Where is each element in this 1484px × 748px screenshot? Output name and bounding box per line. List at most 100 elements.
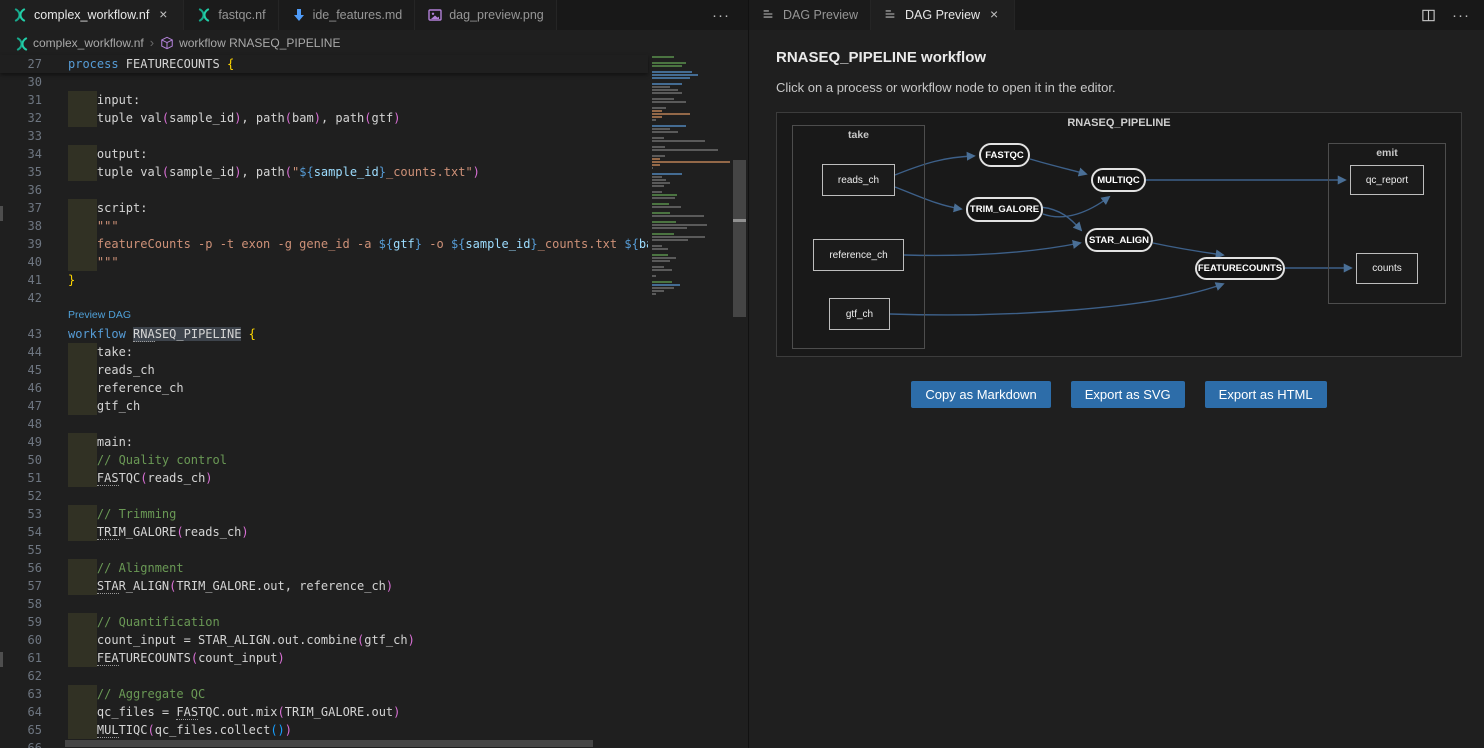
code-lines[interactable]: 3031 input:32 tuple val(sample_id), path… — [0, 73, 648, 748]
code-line[interactable]: 54 TRIM_GALORE(reads_ch) — [0, 523, 648, 541]
editor-tab-fastqc-nf[interactable]: fastqc.nf — [184, 0, 278, 30]
code-line[interactable]: 55 — [0, 541, 648, 559]
more-actions-icon[interactable]: ··· — [1444, 7, 1478, 24]
indent-highlight — [68, 685, 97, 703]
preview-tab-dag-preview[interactable]: DAG Preview — [749, 0, 871, 30]
indent-highlight — [68, 379, 97, 397]
code-line[interactable]: 36 — [0, 181, 648, 199]
line-number: 58 — [0, 595, 42, 613]
code-line[interactable]: 50 // Quality control — [0, 451, 648, 469]
code-line[interactable]: 40 """ — [0, 253, 648, 271]
code-line[interactable]: 60 count_input = STAR_ALIGN.out.combine(… — [0, 631, 648, 649]
minimap-line — [652, 257, 676, 259]
code-line[interactable]: 58 — [0, 595, 648, 613]
code-line[interactable]: 56 // Alignment — [0, 559, 648, 577]
code-line[interactable]: 45 reads_ch — [0, 361, 648, 379]
close-icon[interactable]: × — [986, 7, 1002, 23]
code-line[interactable]: 38 """ — [0, 217, 648, 235]
code-line[interactable]: 43workflow RNASEQ_PIPELINE { — [0, 325, 648, 343]
code-line[interactable]: 59 // Quantification — [0, 613, 648, 631]
code-line[interactable]: 31 input: — [0, 91, 648, 109]
line-content: qc_files = FASTQC.out.mix(TRIM_GALORE.ou… — [68, 703, 400, 721]
indent-highlight — [68, 523, 97, 541]
minimap-line — [652, 125, 686, 127]
dag-edge-gtf-ch-to-featurecounts — [890, 284, 1223, 315]
line-number: 53 — [0, 505, 42, 523]
code-line[interactable]: 53 // Trimming — [0, 505, 648, 523]
minimap[interactable] — [648, 56, 732, 748]
minimap-line — [652, 86, 670, 88]
code-line[interactable]: 32 tuple val(sample_id), path(bam), path… — [0, 109, 648, 127]
code-line[interactable]: 44 take: — [0, 343, 648, 361]
vertical-scrollbar-thumb[interactable] — [733, 160, 746, 317]
breadcrumb-item-complex-workflow-nf[interactable]: complex_workflow.nf — [14, 36, 144, 50]
code-line[interactable]: 41} — [0, 271, 648, 289]
export-as-html-button[interactable]: Export as HTML — [1205, 381, 1327, 408]
dag-node-reference-ch[interactable]: reference_ch — [813, 239, 904, 271]
breadcrumb-item-workflow-rnaseq-pipeline[interactable]: workflow RNASEQ_PIPELINE — [160, 36, 340, 50]
code-line[interactable]: 52 — [0, 487, 648, 505]
dag-node-gtf-ch[interactable]: gtf_ch — [829, 298, 890, 330]
code-line[interactable]: 61 FEATURECOUNTS(count_input) — [0, 649, 648, 667]
minimap-line — [652, 83, 682, 85]
code-line[interactable]: 47 gtf_ch — [0, 397, 648, 415]
indent-highlight — [68, 397, 97, 415]
code-editor[interactable]: 27process FEATURECOUNTS { 3031 input:32 … — [0, 55, 748, 748]
minimap-line — [652, 287, 674, 289]
line-content: output: — [68, 145, 147, 163]
dag-node-counts[interactable]: counts — [1356, 253, 1418, 284]
more-tabs-icon[interactable]: ··· — [704, 7, 738, 24]
line-number: 59 — [0, 613, 42, 631]
code-line[interactable]: 64 qc_files = FASTQC.out.mix(TRIM_GALORE… — [0, 703, 648, 721]
tab-bar-spacer — [1015, 0, 1413, 30]
code-line[interactable]: 34 output: — [0, 145, 648, 163]
codelens-preview-dag[interactable]: Preview DAG — [0, 307, 648, 325]
split-editor-icon[interactable] — [1413, 8, 1444, 23]
code-line[interactable]: 30 — [0, 73, 648, 91]
editor-tab-dag-preview-png[interactable]: dag_preview.png — [415, 0, 557, 30]
code-line[interactable]: 49 main: — [0, 433, 648, 451]
panel-subtitle: Click on a process or workflow node to o… — [776, 80, 1484, 95]
code-line[interactable]: 46 reference_ch — [0, 379, 648, 397]
dag-node-trim-galore[interactable]: TRIM_GALORE — [966, 197, 1043, 222]
editor-tab-complex-workflow-nf[interactable]: complex_workflow.nf× — [0, 0, 184, 30]
minimap-line — [652, 191, 662, 193]
preview-tab-dag-preview[interactable]: DAG Preview× — [871, 0, 1015, 30]
indent-highlight — [68, 163, 97, 181]
tab-label: dag_preview.png — [449, 8, 544, 22]
copy-as-markdown-button[interactable]: Copy as Markdown — [911, 381, 1050, 408]
code-line[interactable]: 42 — [0, 289, 648, 307]
code-line[interactable]: 33 — [0, 127, 648, 145]
minimap-line — [652, 77, 690, 79]
export-as-svg-button[interactable]: Export as SVG — [1071, 381, 1185, 408]
line-number: 41 — [0, 271, 42, 289]
dag-node-reads-ch[interactable]: reads_ch — [822, 164, 895, 196]
dag-node-star-align[interactable]: STAR_ALIGN — [1085, 228, 1153, 252]
horizontal-scrollbar-thumb[interactable] — [65, 740, 593, 747]
code-line[interactable]: 48 — [0, 415, 648, 433]
code-line[interactable]: 27process FEATURECOUNTS { — [0, 55, 648, 73]
dag-edge-trim-galore-to-multiqc — [1043, 197, 1109, 217]
code-line[interactable]: 65 MULTIQC(qc_files.collect()) — [0, 721, 648, 739]
dag-node-multiqc[interactable]: MULTIQC — [1091, 168, 1146, 192]
markdown-icon — [291, 7, 307, 23]
line-content: """ — [68, 253, 119, 271]
minimap-line — [652, 65, 682, 67]
dag-node-qc-report[interactable]: qc_report — [1350, 165, 1424, 195]
indent-highlight — [68, 433, 97, 451]
close-icon[interactable]: × — [155, 7, 171, 23]
code-line[interactable]: 51 FASTQC(reads_ch) — [0, 469, 648, 487]
code-line[interactable]: 62 — [0, 667, 648, 685]
code-line[interactable]: 37 script: — [0, 199, 648, 217]
code-line[interactable]: 35 tuple val(sample_id), path("${sample_… — [0, 163, 648, 181]
editor-tab-ide-features-md[interactable]: ide_features.md — [279, 0, 416, 30]
sticky-scroll-line[interactable]: 27process FEATURECOUNTS { — [0, 55, 648, 73]
code-line[interactable]: 39 featureCounts -p -t exon -g gene_id -… — [0, 235, 648, 253]
dag-node-fastqc[interactable]: FASTQC — [979, 143, 1030, 167]
code-line[interactable]: 63 // Aggregate QC — [0, 685, 648, 703]
dag-edge-fastqc-to-multiqc — [1030, 159, 1086, 174]
dag-node-featurecounts[interactable]: FEATURECOUNTS — [1195, 257, 1285, 280]
minimap-line — [652, 269, 672, 271]
code-line[interactable]: 57 STAR_ALIGN(TRIM_GALORE.out, reference… — [0, 577, 648, 595]
line-number: 57 — [0, 577, 42, 595]
